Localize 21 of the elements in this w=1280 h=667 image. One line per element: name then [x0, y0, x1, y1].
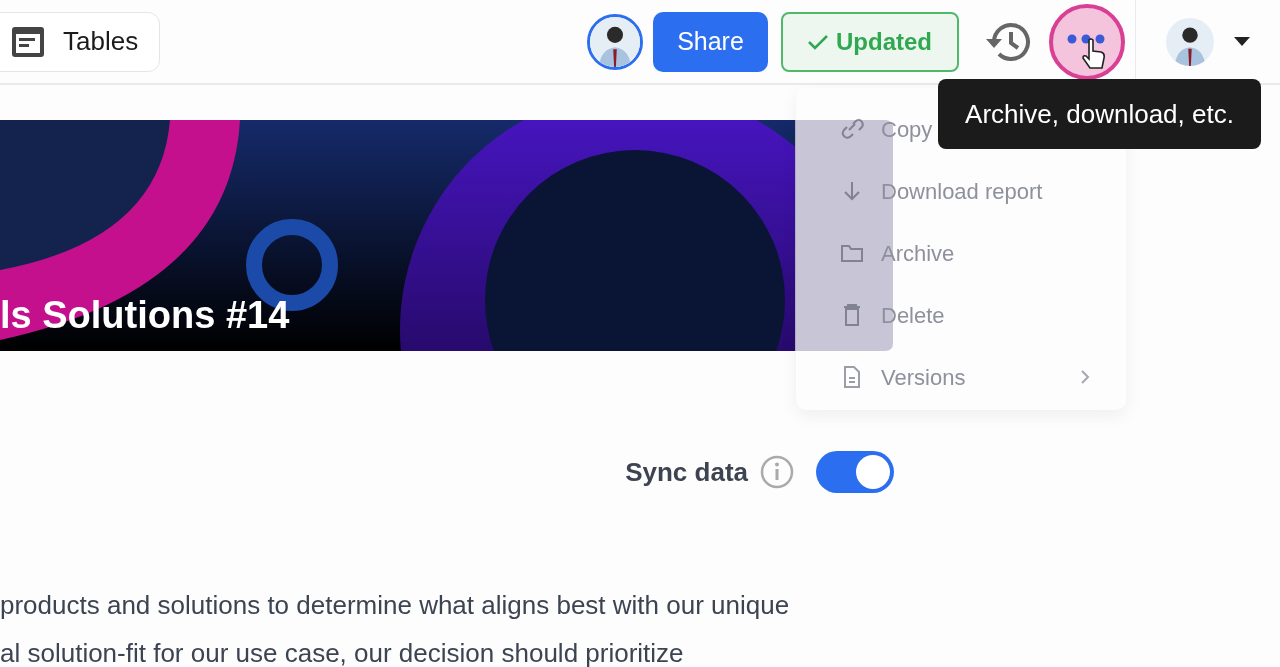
menu-item[interactable]: Copy [796, 98, 933, 160]
menu-item[interactable]: Versions [796, 346, 1126, 408]
history-icon[interactable] [985, 20, 1031, 63]
menu-item[interactable]: Archive [796, 222, 955, 284]
link-icon [840, 117, 864, 141]
sync-label: Sync data [625, 455, 748, 489]
toggle-switch[interactable] [816, 451, 894, 493]
table-icon [11, 25, 45, 58]
more-icon [1067, 33, 1105, 44]
tooltip: Archive, download, etc. [938, 79, 1261, 149]
share-button[interactable]: Share [653, 11, 768, 72]
avatar[interactable] [587, 13, 643, 70]
text-line: products and solutions to determine what aligns best with our unique [0, 589, 790, 622]
pointer-icon [1081, 37, 1107, 70]
menu-item[interactable]: Download report [796, 160, 1043, 222]
text-line: al solution-fit for our use case, our decision should prioritize [0, 637, 684, 667]
menu-item[interactable]: Delete [796, 284, 945, 346]
caret-icon[interactable] [1234, 37, 1250, 46]
tables-button[interactable]: Tables [0, 11, 160, 72]
updated-button[interactable]: Updated [781, 11, 959, 72]
avatar[interactable] [1166, 17, 1214, 66]
